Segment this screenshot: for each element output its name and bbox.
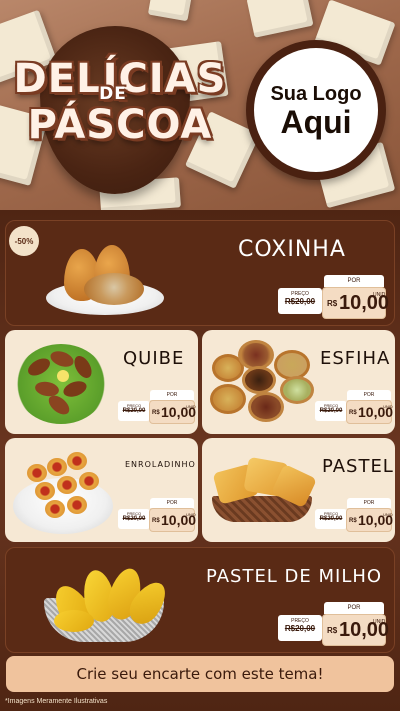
new-price-box: R$ 10,00 UNID	[149, 400, 196, 424]
old-price: R$20,00	[122, 516, 146, 522]
enroladinho-item	[45, 500, 65, 518]
product-name: COXINHA	[238, 237, 346, 262]
price-block: POR PREÇO R$20,00 R$ 10,00 UNID	[278, 271, 389, 321]
price-block: POR PREÇO R$20,00 R$ 10,00 UNID	[278, 598, 389, 648]
old-price: R$20,00	[122, 408, 146, 414]
esfiha-item	[248, 392, 284, 422]
old-price-box: PREÇO R$20,00	[278, 288, 322, 314]
enroladinho-item	[47, 458, 67, 476]
enroladinho-item	[27, 464, 47, 482]
lemon-slice	[57, 370, 69, 382]
hero-banner: DELÍCIAS DE PÁSCOA Sua Logo Aqui	[0, 0, 400, 210]
product-card-coxinha[interactable]: COXINHA POR PREÇO R$20,00 R$ 10,00 UNID	[5, 220, 395, 326]
pastel-milho-item	[54, 610, 94, 632]
old-price-box: PREÇO R$20,00	[118, 401, 150, 421]
chocolate-piece	[246, 0, 314, 38]
por-label: POR	[324, 602, 384, 614]
product-name: QUIBE	[123, 348, 185, 369]
product-name: ENROLADINHO	[125, 460, 196, 469]
por-label: POR	[347, 390, 391, 400]
old-price: R$20,00	[319, 408, 343, 414]
enroladinho-item	[67, 452, 87, 470]
product-name: PASTEL	[322, 456, 394, 477]
product-name: PASTEL DE MILHO	[206, 566, 383, 587]
product-card-pastel-de-milho[interactable]: PASTEL DE MILHO POR PREÇO R$20,00 R$ 10,…	[5, 547, 395, 653]
por-label: POR	[324, 275, 384, 287]
logo-text-line2: Aqui	[280, 103, 352, 140]
coxinha-item	[84, 273, 144, 305]
chocolate-piece	[147, 0, 193, 22]
footer-note: *Imagens Meramente Ilustrativas	[5, 698, 108, 705]
old-price-box: PREÇO R$20,00	[315, 401, 347, 421]
new-price-box: R$ 10,00 UNID	[322, 287, 389, 319]
product-card-esfiha[interactable]: ESFIHA POR PREÇO R$20,00 R$ 10,00 UNID	[202, 330, 395, 434]
new-price-box: R$ 10,00 UNID	[346, 508, 393, 532]
enroladinho-item	[35, 482, 55, 500]
enroladinho-item	[57, 476, 77, 494]
price-block: POR PREÇO R$20,00 R$ 10,00 UNID	[118, 388, 196, 428]
old-price: R$20,00	[284, 297, 316, 306]
title-line-2: PÁSCOA	[27, 102, 213, 148]
new-price-box: R$ 10,00 UNID	[322, 614, 389, 646]
por-label: POR	[150, 390, 194, 400]
old-price-box: PREÇO R$20,00	[278, 615, 322, 641]
cta-banner[interactable]: Crie seu encarte com este tema!	[6, 656, 394, 692]
por-label: POR	[150, 498, 194, 508]
price-block: POR PREÇO R$20,00 R$ 10,00 UNID	[118, 496, 196, 536]
esfiha-item	[242, 366, 276, 394]
old-price-box: PREÇO R$20,00	[118, 509, 150, 529]
product-card-quibe[interactable]: QUIBE POR PREÇO R$20,00 R$ 10,00 UNID	[5, 330, 198, 434]
product-card-pastel[interactable]: PASTEL POR PREÇO R$20,00 R$ 10,00 UNID	[202, 438, 395, 542]
esfiha-item	[280, 376, 314, 404]
por-label: POR	[347, 498, 391, 508]
logo-text-line1: Sua Logo	[270, 82, 362, 105]
product-name: ESFIHA	[320, 348, 391, 369]
old-price: R$20,00	[319, 516, 343, 522]
title-de: DE	[99, 84, 127, 104]
esfiha-item	[210, 384, 246, 414]
enroladinho-item	[79, 472, 99, 490]
old-price: R$20,00	[284, 624, 316, 633]
price-block: POR PREÇO R$20,00 R$ 10,00 UNID	[315, 496, 393, 536]
discount-badge: -50%	[9, 226, 39, 256]
logo-placeholder[interactable]: Sua Logo Aqui	[246, 40, 386, 180]
product-card-enroladinho[interactable]: ENROLADINHO POR PREÇO R$20,00 R$ 10,00 U…	[5, 438, 198, 542]
new-price-box: R$ 10,00 UNID	[149, 508, 196, 532]
new-price-box: R$ 10,00 UNID	[346, 400, 393, 424]
price-block: POR PREÇO R$20,00 R$ 10,00 UNID	[315, 388, 393, 428]
enroladinho-item	[67, 496, 87, 514]
old-price-box: PREÇO R$20,00	[315, 509, 347, 529]
